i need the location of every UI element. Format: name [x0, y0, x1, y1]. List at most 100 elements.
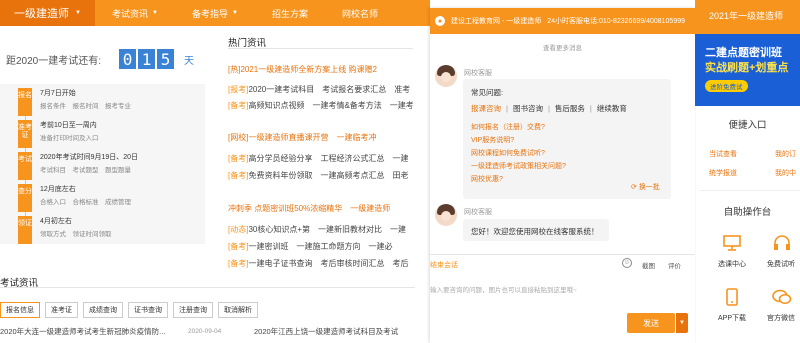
- self-service-label[interactable]: APP下载: [718, 313, 746, 323]
- timeline-badge: 查分: [18, 184, 32, 212]
- news-link[interactable]: 2020年江西上饶一级建造师考试科目及考试: [254, 326, 414, 337]
- hot-news-title: 热门资讯: [228, 38, 267, 49]
- send-options-chevron-icon[interactable]: ▼: [676, 313, 688, 333]
- chat-input[interactable]: 输入要咨询的问题，图片也可以直接粘贴到这里哦~: [430, 284, 577, 294]
- chevron-down-icon: ▼: [75, 10, 81, 16]
- separator: |: [506, 104, 508, 113]
- self-service-label[interactable]: 官方微信: [767, 313, 795, 323]
- timeline-badge: 考试: [18, 152, 32, 180]
- quick-link[interactable]: 统学报道: [709, 168, 737, 178]
- timeline-title: 4月初左右: [40, 218, 72, 225]
- self-service-label[interactable]: 选课中心: [718, 259, 746, 269]
- tab-admission-ticket[interactable]: 准考证: [45, 302, 78, 318]
- news-tag: [报考]: [228, 85, 249, 94]
- faq-link-course[interactable]: 报课咨询: [471, 104, 501, 113]
- faq-link-books[interactable]: 图书咨询: [513, 104, 543, 113]
- news-text: 一建电子证书查询 考后审核时间汇总 考后: [248, 259, 409, 268]
- news-item[interactable]: [备考]免费资料年份领取 一建高频考点汇总 田老: [228, 170, 413, 181]
- news-text: 冲刺季 点题密训班50%浓缩精华 一级建造师: [228, 204, 391, 213]
- sidebar-header-title: 2021年一级建造师: [709, 11, 784, 21]
- faq-link-after-sales[interactable]: 售后服务: [555, 104, 585, 113]
- news-item[interactable]: [备考]一建电子证书查询 考后审核时间汇总 考后: [228, 258, 413, 269]
- emoji-icon[interactable]: ☺: [622, 258, 632, 268]
- news-item[interactable]: [备考]一建密训班 一建施工命题方向 一建必: [228, 241, 413, 252]
- tab-cancel-analysis[interactable]: 取消解析: [218, 302, 258, 318]
- nav-item-label: 备考指导: [191, 8, 228, 19]
- exam-timeline: 报名 7月7日开始 报名条件 报名时间 报考专业 准考证 考前10日至一周内 准…: [0, 84, 205, 244]
- nav-brand-dropdown[interactable]: 一级建造师 ▼: [0, 0, 95, 26]
- nav-item-label: 网校名师: [341, 8, 378, 19]
- news-item[interactable]: [热]2021一级建造师全新方案上线 购课赠2: [228, 64, 413, 75]
- send-button[interactable]: 发送: [627, 313, 675, 333]
- news-item[interactable]: [动态]30核心知识点+第 一建新旧教材对比 一建: [228, 224, 413, 235]
- news-link[interactable]: 2020年大连一级建造师考试考生新冠肺炎疫情防...: [0, 326, 165, 337]
- nav-item-prep-guide[interactable]: 备考指导 ▼: [175, 7, 255, 20]
- news-tag: [动态]: [228, 225, 249, 234]
- faq-categories: 报课咨询 | 图书咨询 | 售后服务 | 继续教育: [471, 103, 627, 114]
- more-messages-link[interactable]: 查看更多消息: [430, 42, 695, 52]
- agent-avatar: [435, 204, 457, 226]
- monitor-icon[interactable]: [722, 233, 742, 253]
- news-item[interactable]: [备考]高频知识点视频 一建考情&备考方法 一建考: [228, 100, 413, 111]
- news-tag: [网校]: [228, 133, 249, 142]
- quick-link[interactable]: 我的中: [775, 168, 796, 178]
- news-text: 30核心知识点+第 一建新旧教材对比 一建: [248, 225, 407, 234]
- tab-score-query[interactable]: 成绩查询: [83, 302, 123, 318]
- news-item[interactable]: 冲刺季 点题密训班50%浓缩精华 一级建造师: [228, 203, 413, 214]
- end-chat-link[interactable]: 结束会话: [430, 260, 458, 270]
- news-tag: [备考]: [228, 259, 249, 268]
- nav-item-enrollment[interactable]: 招生方案: [255, 7, 325, 20]
- timeline-step: 报名 7月7日开始 报名条件 报名时间 报考专业: [0, 88, 205, 120]
- sender-name: 网校客服: [464, 209, 492, 216]
- quick-link[interactable]: 我的订: [775, 149, 796, 159]
- sender-name: 网校客服: [464, 70, 492, 77]
- timeline-badge: 报名: [18, 88, 32, 116]
- screenshot-button[interactable]: 截图: [642, 260, 655, 270]
- tab-certificate-query[interactable]: 证书查询: [128, 302, 168, 318]
- news-tag: [热]: [228, 65, 241, 74]
- self-service-title: 自助操作台: [723, 207, 772, 218]
- promo-banner[interactable]: 二建点题密训班 实战刷题+划重点 进阶免费试: [695, 34, 800, 106]
- evaluate-button[interactable]: 评价: [668, 260, 681, 270]
- divider: [228, 48, 413, 49]
- faq-question[interactable]: VIP服务说明?: [471, 135, 514, 145]
- news-item[interactable]: [备考]高分学员经验分享 工程经济公式汇总 一建: [228, 153, 413, 164]
- headphones-icon[interactable]: [772, 233, 792, 253]
- news-item[interactable]: [网校]一级建造师直播课开营 一建临考冲: [228, 132, 413, 143]
- countdown-digit: 0: [119, 49, 137, 69]
- nav-brand-label: 一级建造师: [14, 8, 70, 20]
- faq-question[interactable]: 网校优惠?: [471, 174, 503, 184]
- timeline-links[interactable]: 准备打印时间及入口: [40, 132, 99, 142]
- timeline-title: 考前10日至一周内: [40, 122, 97, 129]
- news-item[interactable]: [报考]2020一建考试科目 考试报名要求汇总 准考: [228, 84, 413, 95]
- top-nav: 一级建造师 ▼ 考试资讯 ▼ 备考指导 ▼ 招生方案 网校名师: [0, 0, 430, 26]
- phone-icon[interactable]: [722, 287, 742, 307]
- wechat-icon[interactable]: [772, 287, 792, 307]
- tab-registration-query[interactable]: 注册查询: [173, 302, 213, 318]
- timeline-links[interactable]: 领取方式 领证时间领取: [40, 228, 112, 238]
- banner-button[interactable]: 进阶免费试: [705, 80, 748, 92]
- faq-question[interactable]: 一级建造师考试政策相关问题?: [471, 161, 566, 171]
- tab-registration[interactable]: 报名信息: [0, 302, 40, 318]
- timeline-title: 2020年考试时间9月19日、20日: [40, 154, 139, 161]
- divider: [0, 287, 415, 288]
- self-service-label[interactable]: 免费试听: [767, 259, 795, 269]
- chat-header: ● 建设工程教育网 - 一级建造师 24小时客服电话:010-82326699/…: [430, 8, 695, 34]
- refresh-faq-button[interactable]: ⟳ 换一批: [631, 182, 660, 192]
- nav-item-exam-news[interactable]: 考试资讯 ▼: [95, 7, 175, 20]
- news-text: 免费资料年份领取 一建高频考点汇总 田老: [248, 171, 409, 180]
- timeline-title: 12月底左右: [40, 186, 76, 193]
- faq-question[interactable]: 网校课程如何免费试听?: [471, 148, 545, 158]
- timeline-links[interactable]: 考试科目 考试题型 题型题量: [40, 164, 131, 174]
- nav-item-teachers[interactable]: 网校名师: [325, 7, 395, 20]
- banner-subline: 实战刷题+划重点: [705, 62, 789, 74]
- timeline-links[interactable]: 合格入口 合格标准 成绩管理: [40, 196, 131, 206]
- timeline-badge: 领证: [18, 216, 32, 244]
- news-date: 2020-09-04: [188, 328, 222, 335]
- faq-question[interactable]: 如何报名（注册）交费?: [471, 122, 545, 132]
- countdown-digit: 5: [157, 49, 175, 69]
- timeline-links[interactable]: 报名条件 报名时间 报考专业: [40, 100, 131, 110]
- faq-link-continuing-education[interactable]: 继续教育: [597, 104, 627, 113]
- quick-link[interactable]: 当试查看: [709, 149, 737, 159]
- exam-news-tabs: 报名信息 准考证 成绩查询 证书查询 注册查询 取消解析: [0, 302, 258, 318]
